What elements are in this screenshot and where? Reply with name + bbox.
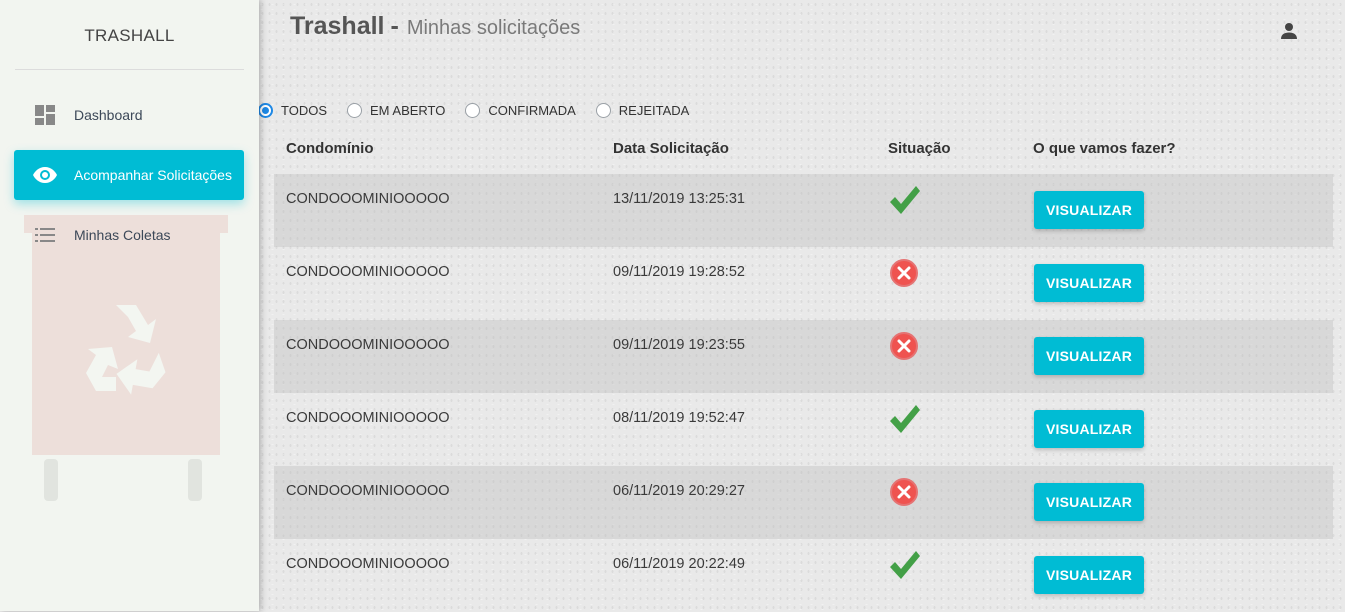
radio-button[interactable] [595,102,611,118]
filter-confirmada[interactable]: CONFIRMADA [465,102,576,118]
filter-rejeitada[interactable]: REJEITADA [595,102,690,118]
radio-button[interactable] [347,102,362,118]
cell-condominio: CONDOOOMINIOOOOO [286,264,450,280]
check-icon [886,182,922,218]
sidebar-item-label: Acompanhar Solicitações [74,167,232,183]
radio-button[interactable] [258,102,273,118]
visualizar-button[interactable]: VISUALIZAR [1034,483,1144,521]
sidebar-item-dashboard[interactable]: Dashboard [14,90,244,140]
visualizar-button[interactable]: VISUALIZAR [1034,264,1144,302]
radio-button[interactable] [465,102,481,118]
cell-condominio: CONDOOOMINIOOOOO [286,556,450,572]
sidebar-item-label: Minhas Coletas [74,227,171,243]
table-header: Condomínio Data Solicitação Situação O q… [274,130,1333,166]
list-icon [30,223,60,247]
table-row: CONDOOOMINIOOOOO 08/11/2019 19:52:47 VIS… [274,393,1333,466]
eye-icon [30,163,60,187]
filter-em-aberto[interactable]: EM ABERTO [347,102,446,118]
sidebar-item-acompanhar-solicitacoes[interactable]: Acompanhar Solicitações [14,150,244,200]
person-icon[interactable] [1280,22,1298,40]
brand-logo-text: TRASHALL [15,0,244,70]
filter-label: EM ABERTO [370,102,446,118]
filter-todos[interactable]: TODOS [258,102,327,118]
cell-data: 09/11/2019 19:28:52 [613,264,745,280]
cell-data: 09/11/2019 19:23:55 [613,337,745,353]
sidebar-item-minhas-coletas[interactable]: Minhas Coletas [14,210,244,260]
cell-condominio: CONDOOOMINIOOOOO [286,410,450,426]
filter-label: TODOS [281,102,327,118]
column-header-situacao: Situação [888,140,951,157]
column-header-data: Data Solicitação [613,140,729,157]
cell-condominio: CONDOOOMINIOOOOO [286,191,450,207]
filter-label: CONFIRMADA [488,102,576,118]
page-title: Trashall [290,12,385,40]
cell-data: 06/11/2019 20:29:27 [613,483,745,499]
reject-icon [886,474,922,510]
cell-condominio: CONDOOOMINIOOOOO [286,483,450,499]
cell-data: 13/11/2019 13:25:31 [613,191,745,207]
dashboard-icon [30,103,60,127]
column-header-acao: O que vamos fazer? [1033,140,1176,157]
cell-condominio: CONDOOOMINIOOOOO [286,337,450,353]
cell-data: 08/11/2019 19:52:47 [613,410,745,426]
visualizar-button[interactable]: VISUALIZAR [1034,410,1144,448]
visualizar-button[interactable]: VISUALIZAR [1034,556,1144,594]
table-row: CONDOOOMINIOOOOO 06/11/2019 20:29:27 VIS… [274,466,1333,539]
column-header-condominio: Condomínio [286,140,374,157]
table-row: CONDOOOMINIOOOOO 09/11/2019 19:28:52 VIS… [274,247,1333,320]
visualizar-button[interactable]: VISUALIZAR [1034,191,1144,229]
visualizar-button[interactable]: VISUALIZAR [1034,337,1144,375]
title-separator: - [390,12,399,40]
check-icon [886,547,922,583]
check-icon [886,401,922,437]
page-subtitle: Minhas solicitações [406,17,581,39]
sidebar: TRASHALL Dashboard Acompanhar Solicitaçõ… [0,0,259,611]
table-row: CONDOOOMINIOOOOO 13/11/2019 13:25:31 VIS… [274,174,1333,247]
filter-label: REJEITADA [618,102,690,118]
table-row: CONDOOOMINIOOOOO 06/11/2019 20:22:49 VIS… [274,539,1333,612]
reject-icon [886,328,922,364]
table-row: CONDOOOMINIOOOOO 09/11/2019 19:23:55 VIS… [274,320,1333,393]
sidebar-item-label: Dashboard [74,107,143,123]
reject-icon [886,255,922,291]
status-filter-group: TODOS EM ABERTO CONFIRMADA REJEITADA [258,100,709,120]
page-header: Trashall - Minhas solicitações [290,12,580,46]
cell-data: 06/11/2019 20:22:49 [613,556,745,572]
